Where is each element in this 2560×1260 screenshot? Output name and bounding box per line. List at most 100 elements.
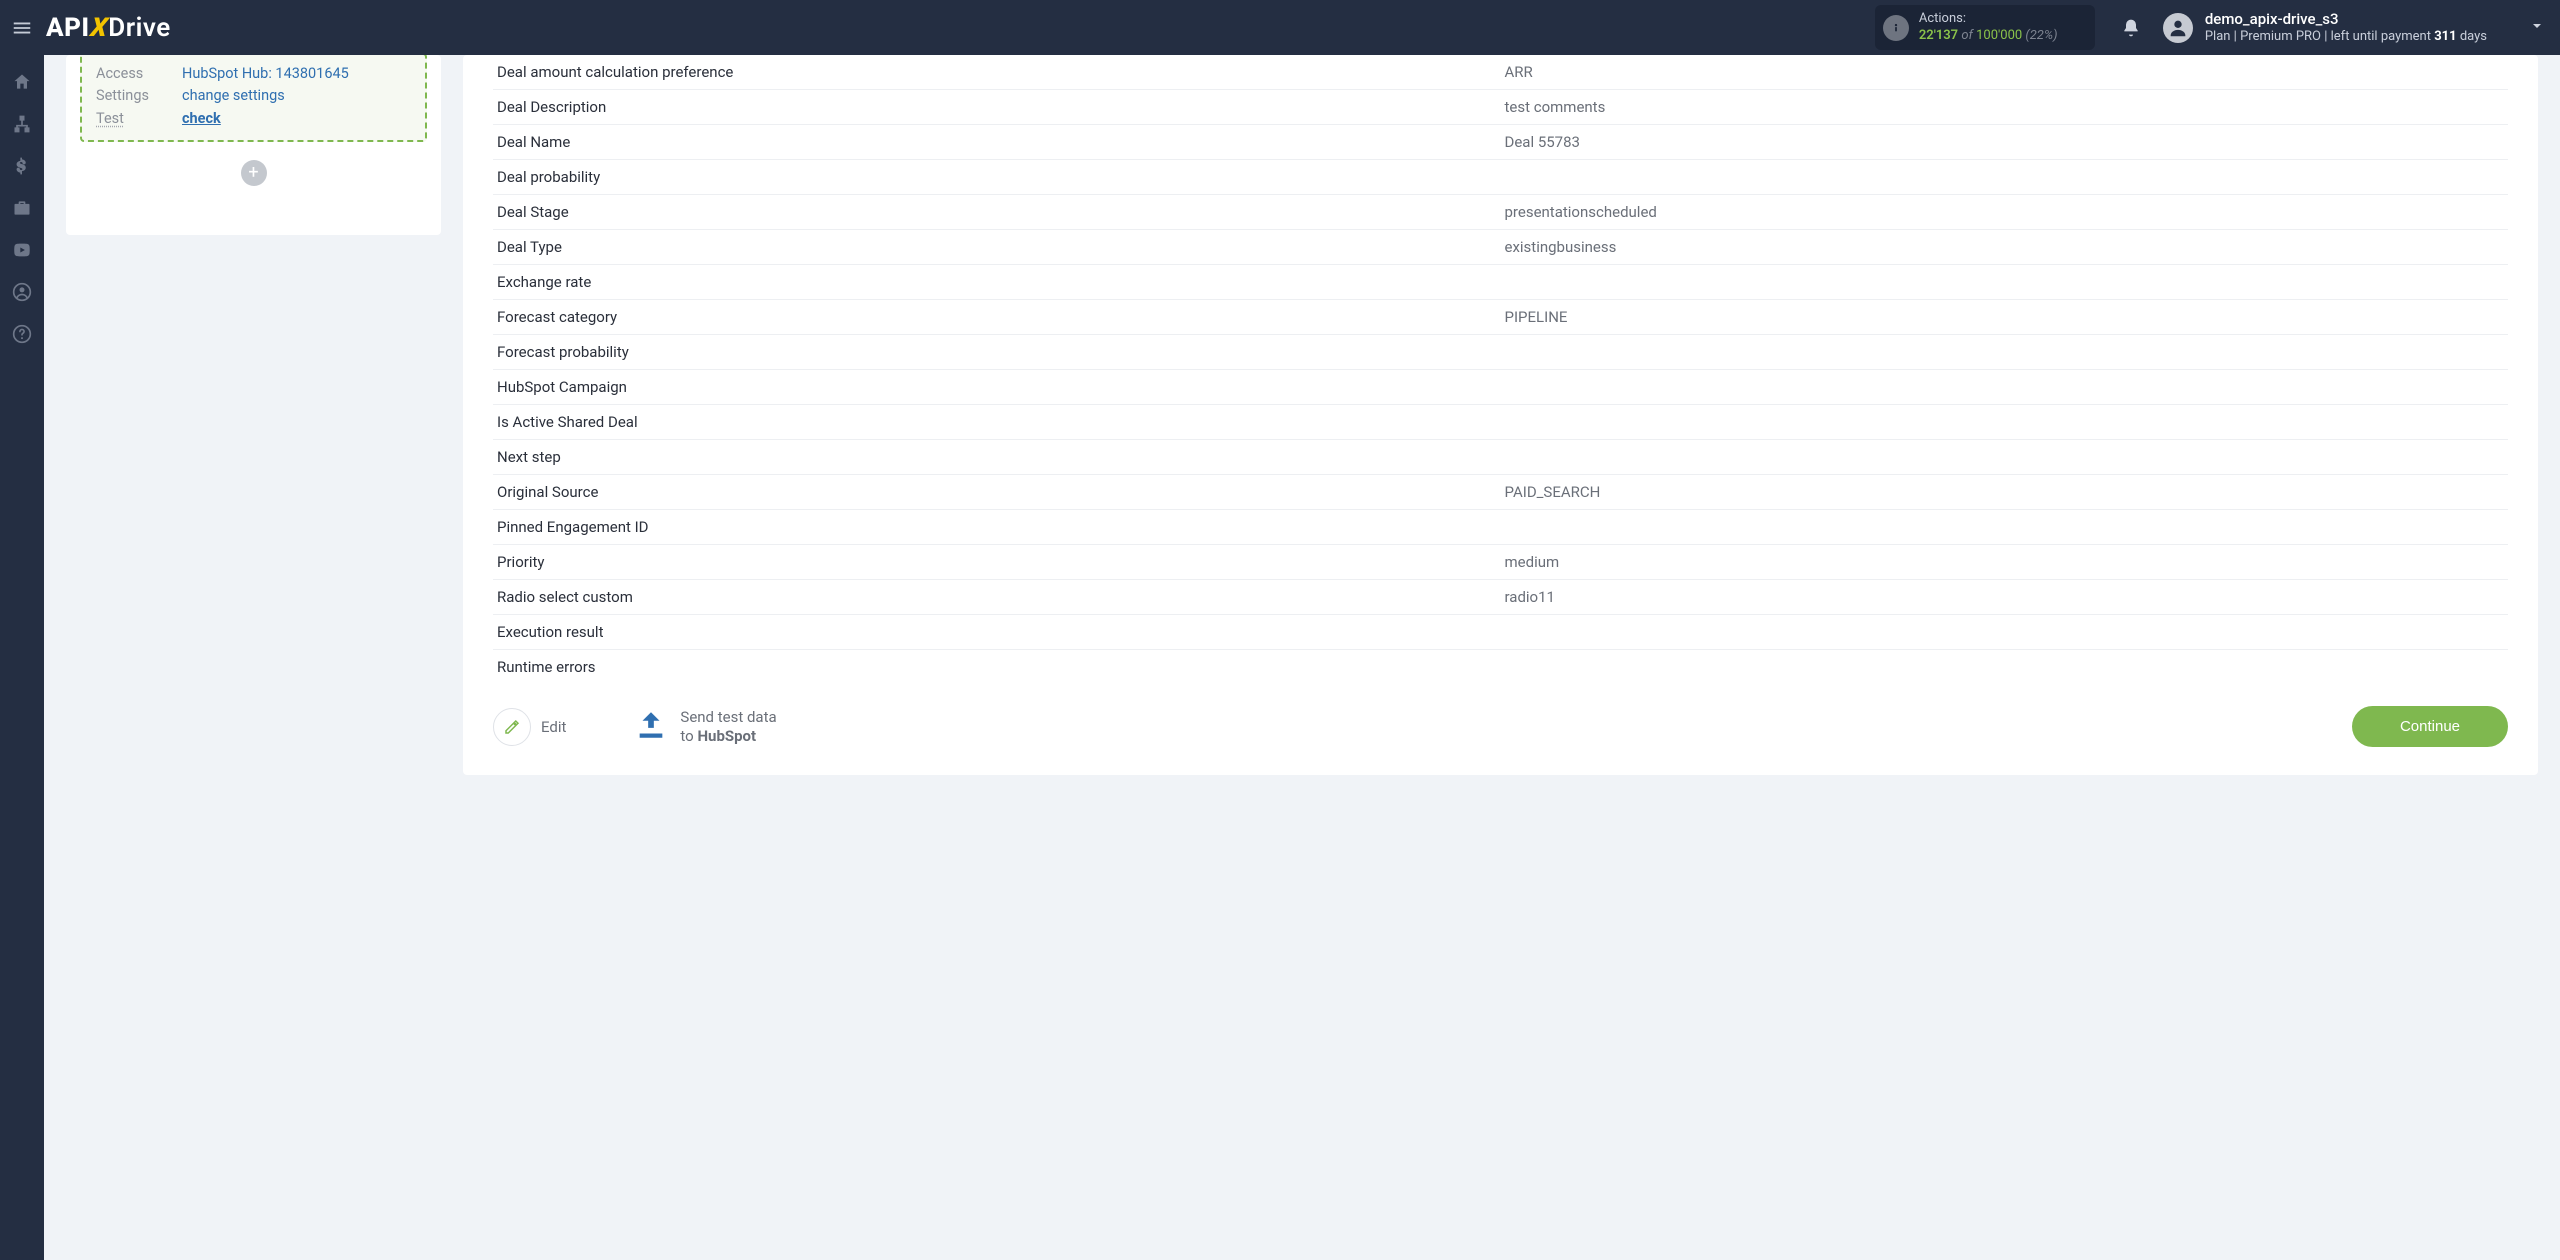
user-plan: Plan | Premium PRO | left until payment …: [2205, 29, 2487, 45]
row-value: ARR: [1501, 55, 2509, 90]
row-value: [1501, 335, 2509, 370]
user-name: demo_apix-drive_s3: [2205, 10, 2487, 29]
logo[interactable]: API X Drive: [44, 13, 171, 43]
bell-icon: [2121, 18, 2141, 38]
step-test-link[interactable]: check: [182, 110, 221, 127]
logo-text-pre: API: [46, 13, 90, 43]
send-line2-pre: to: [680, 727, 697, 745]
row-key: Execution result: [493, 615, 1501, 650]
row-key: Exchange rate: [493, 265, 1501, 300]
table-row: Runtime errors: [493, 650, 2508, 685]
plan-mid: | left until payment: [2324, 29, 2434, 44]
table-row: Deal NameDeal 55783: [493, 125, 2508, 160]
pencil-icon: [503, 718, 521, 736]
left-sidebar: [0, 55, 44, 1260]
step-test-row: Test check: [96, 108, 411, 130]
row-value: [1501, 265, 2509, 300]
plan-days: 311: [2434, 29, 2456, 44]
panel-actions: Edit Send test data to HubSpot Continue: [493, 706, 2508, 747]
top-header: API X Drive Actions: 22'137 of 100'000 (…: [0, 0, 2560, 55]
step-access-row: Access HubSpot Hub: 143801645: [96, 63, 411, 85]
youtube-icon: [12, 240, 32, 260]
menu-toggle[interactable]: [0, 0, 44, 55]
row-value: existingbusiness: [1501, 230, 2509, 265]
send-line1: Send test data: [680, 708, 776, 727]
table-row: Is Active Shared Deal: [493, 405, 2508, 440]
row-value: radio11: [1501, 580, 2509, 615]
nav-video[interactable]: [0, 229, 44, 271]
row-value: PIPELINE: [1501, 300, 2509, 335]
row-key: Pinned Engagement ID: [493, 510, 1501, 545]
dollar-icon: [12, 156, 32, 176]
row-key: Radio select custom: [493, 580, 1501, 615]
row-value: [1501, 650, 2509, 685]
continue-button[interactable]: Continue: [2352, 706, 2508, 747]
nav-billing[interactable]: [0, 145, 44, 187]
actions-pct: (22%): [2022, 28, 2057, 43]
row-key: Deal Type: [493, 230, 1501, 265]
table-row: Deal probability: [493, 160, 2508, 195]
briefcase-icon: [12, 198, 32, 218]
send-test-button[interactable]: Send test data to HubSpot: [634, 708, 776, 746]
home-icon: [12, 72, 32, 92]
row-key: Original Source: [493, 475, 1501, 510]
table-row: Forecast categoryPIPELINE: [493, 300, 2508, 335]
send-test-text: Send test data to HubSpot: [680, 708, 776, 746]
table-row: Execution result: [493, 615, 2508, 650]
hamburger-icon: [11, 17, 33, 39]
table-row: Forecast probability: [493, 335, 2508, 370]
table-row: Pinned Engagement ID: [493, 510, 2508, 545]
main-area: Access HubSpot Hub: 143801645 Settings c…: [44, 55, 2560, 1260]
row-key: Deal amount calculation preference: [493, 55, 1501, 90]
nav-services[interactable]: [0, 187, 44, 229]
user-icon: [2167, 17, 2189, 39]
data-table: Deal amount calculation preferenceARRDea…: [493, 55, 2508, 684]
actions-label: Actions:: [1919, 11, 2058, 27]
actions-counter[interactable]: Actions: 22'137 of 100'000 (22%): [1875, 5, 2095, 50]
row-key: Deal Stage: [493, 195, 1501, 230]
step-box: Access HubSpot Hub: 143801645 Settings c…: [80, 55, 427, 142]
table-row: Exchange rate: [493, 265, 2508, 300]
table-row: Prioritymedium: [493, 545, 2508, 580]
row-key: HubSpot Campaign: [493, 370, 1501, 405]
row-value: [1501, 370, 2509, 405]
send-line2: to HubSpot: [680, 727, 776, 746]
edit-button[interactable]: Edit: [493, 708, 566, 746]
row-value: presentationscheduled: [1501, 195, 2509, 230]
step-access-link[interactable]: HubSpot Hub: 143801645: [182, 65, 349, 82]
row-value: [1501, 160, 2509, 195]
table-row: Deal Typeexistingbusiness: [493, 230, 2508, 265]
row-value: Deal 55783: [1501, 125, 2509, 160]
add-step-button[interactable]: +: [241, 160, 267, 186]
sitemap-icon: [12, 114, 32, 134]
step-access-label: Access: [96, 63, 182, 85]
row-key: Is Active Shared Deal: [493, 405, 1501, 440]
table-row: Deal Descriptiontest comments: [493, 90, 2508, 125]
table-row: Original SourcePAID_SEARCH: [493, 475, 2508, 510]
nav-connections[interactable]: [0, 103, 44, 145]
steps-panel: Access HubSpot Hub: 143801645 Settings c…: [66, 55, 441, 235]
info-icon: [1883, 15, 1909, 41]
user-text: demo_apix-drive_s3 Plan | Premium PRO | …: [2205, 10, 2487, 45]
notifications-button[interactable]: [2113, 18, 2149, 38]
step-settings-label: Settings: [96, 85, 182, 107]
logo-text-x: X: [88, 13, 111, 43]
avatar: [2163, 13, 2193, 43]
table-row: Radio select customradio11: [493, 580, 2508, 615]
nav-help[interactable]: [0, 313, 44, 355]
row-key: Runtime errors: [493, 650, 1501, 685]
plus-icon: +: [248, 164, 258, 182]
actions-total: 100'000: [1976, 28, 2022, 43]
actions-values: 22'137 of 100'000 (22%): [1919, 28, 2058, 44]
actions-text: Actions: 22'137 of 100'000 (22%): [1919, 11, 2058, 44]
nav-account[interactable]: [0, 271, 44, 313]
send-line2-bold: HubSpot: [697, 727, 756, 745]
step-settings-link[interactable]: change settings: [182, 87, 285, 104]
row-key: Forecast probability: [493, 335, 1501, 370]
nav-home[interactable]: [0, 61, 44, 103]
edit-icon-circle: [493, 708, 531, 746]
table-row: HubSpot Campaign: [493, 370, 2508, 405]
upload-icon: [634, 708, 668, 746]
logo-text-post: Drive: [108, 13, 170, 43]
user-menu[interactable]: demo_apix-drive_s3 Plan | Premium PRO | …: [2163, 10, 2545, 45]
